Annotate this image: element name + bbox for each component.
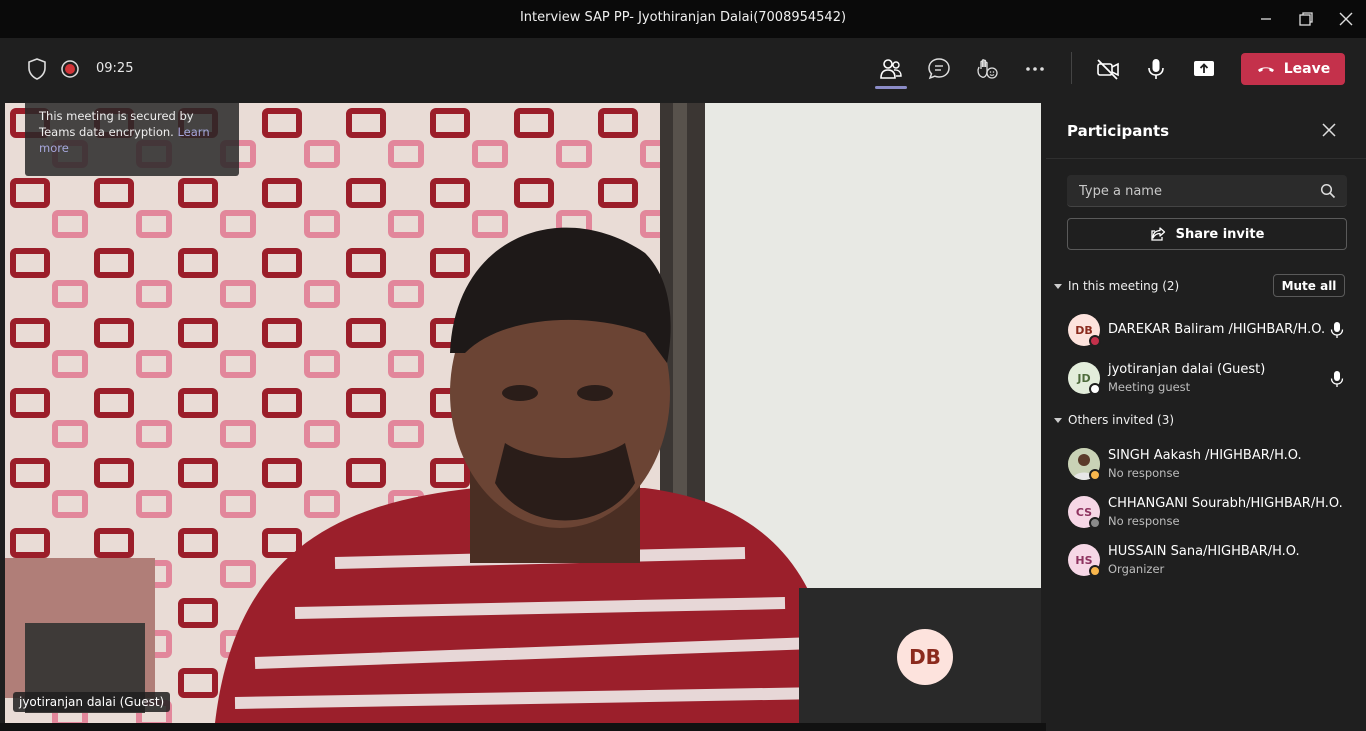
in-meeting-label: In this meeting (2) [1068,279,1180,293]
encryption-text: This meeting is secured by Teams data en… [39,109,194,139]
minimize-icon[interactable] [1255,8,1277,30]
close-window-icon[interactable] [1335,8,1357,30]
video-name-tag: jyotiranjan dalai (Guest) [13,692,171,712]
invited-item[interactable]: SINGH Aakash /HIGHBAR/H.O. No response [1067,444,1357,484]
participant-item[interactable]: JD jyotiranjan dalai (Guest) Meeting gue… [1067,358,1357,398]
participant-name: CHHANGANI Sourabh/HIGHBAR/H.O. [1108,496,1343,511]
self-avatar: DB [897,629,953,685]
encryption-tooltip: This meeting is secured by Teams data en… [25,103,239,176]
chevron-down-icon [1054,418,1062,423]
search-box [1067,175,1347,207]
share-icon [1150,227,1165,241]
panel-header: Participants [1046,103,1366,159]
active-tab-indicator [875,86,907,89]
participant-role: Meeting guest [1108,380,1191,394]
status-badge [1089,565,1101,577]
search-input[interactable] [1067,175,1307,207]
leave-label: Leave [1283,61,1331,77]
close-panel-icon[interactable] [1320,121,1338,139]
microphone-icon [1329,370,1345,388]
participant-item[interactable]: DB DAREKAR Baliram /HIGHBAR/H.O. [1067,310,1357,350]
others-invited-section-toggle[interactable]: Others invited (3) [1054,413,1174,427]
restore-icon[interactable] [1295,8,1317,30]
participant-name: SINGH Aakash /HIGHBAR/H.O. [1108,448,1302,463]
meeting-timer: 09:25 [96,61,134,76]
window-title: Interview SAP PP- Jyothiranjan Dalai(700… [519,10,847,25]
share-invite-button[interactable]: Share invite [1067,218,1347,250]
participants-icon[interactable] [878,56,904,82]
participant-name: HUSSAIN Sana/HIGHBAR/H.O. [1108,544,1300,559]
mute-all-button[interactable]: Mute all [1273,274,1345,297]
participant-role: Organizer [1108,562,1165,576]
microphone-icon [1329,321,1345,339]
others-invited-label: Others invited (3) [1068,413,1175,427]
self-video-tile[interactable]: DB [799,588,1041,723]
invited-item[interactable]: HS HUSSAIN Sana/HIGHBAR/H.O. Organizer [1067,540,1357,580]
participant-status: No response [1108,466,1180,480]
shield-icon[interactable] [24,56,50,82]
reactions-icon[interactable] [974,56,1000,82]
hang-up-icon [1257,67,1274,72]
participant-status: No response [1108,514,1180,528]
bottom-strip [0,723,1046,731]
toolbar-divider [1071,52,1072,84]
participants-panel: Participants Share invite In this meetin… [1046,103,1366,731]
microphone-icon[interactable] [1143,56,1169,82]
chat-icon[interactable] [926,56,952,82]
title-bar: Interview SAP PP- Jyothiranjan Dalai(700… [0,0,1366,38]
more-options-icon[interactable] [1022,56,1048,82]
camera-off-icon[interactable] [1095,56,1121,82]
video-stage: This meeting is secured by Teams data en… [5,103,1041,723]
participant-name: DAREKAR Baliram /HIGHBAR/H.O. [1108,322,1326,337]
recording-icon [57,56,83,82]
chevron-down-icon [1054,284,1062,289]
share-invite-label: Share invite [1175,226,1265,242]
status-badge [1089,469,1101,481]
status-badge [1089,335,1101,347]
status-badge [1089,383,1101,395]
share-screen-icon[interactable] [1191,56,1217,82]
meeting-toolbar: 09:25 Leave [0,38,1366,100]
leave-button[interactable]: Leave [1241,53,1345,85]
in-meeting-section-toggle[interactable]: In this meeting (2) [1054,279,1179,293]
panel-title: Participants [1067,122,1170,140]
status-badge [1089,517,1101,529]
search-icon[interactable] [1320,183,1336,199]
invited-item[interactable]: CS CHHANGANI Sourabh/HIGHBAR/H.O. No res… [1067,492,1357,532]
participant-name: jyotiranjan dalai (Guest) [1108,362,1266,377]
